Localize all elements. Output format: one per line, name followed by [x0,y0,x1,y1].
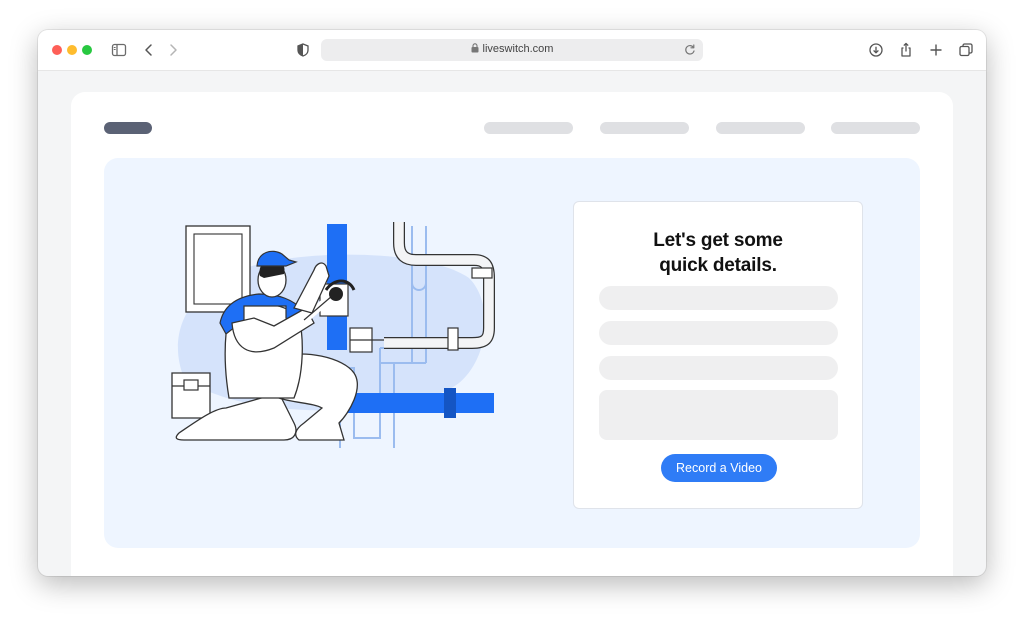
form-title: Let's get some quick details. [653,230,783,276]
form-field[interactable] [599,356,838,380]
page-content: Let's get some quick details. Record a V… [71,92,953,576]
tab-overview-icon[interactable] [957,41,975,59]
form-field[interactable] [599,321,838,345]
back-icon[interactable] [140,41,158,59]
nav-item-placeholder[interactable] [484,122,573,134]
form-textarea[interactable] [599,390,838,440]
logo-placeholder[interactable] [104,122,152,134]
browser-toolbar: liveswitch.com [38,30,986,71]
hero-section: Let's get some quick details. Record a V… [104,158,920,548]
close-window-button[interactable] [52,45,62,55]
lock-icon [471,43,479,53]
minimize-window-button[interactable] [67,45,77,55]
details-form-card: Let's get some quick details. Record a V… [573,201,863,509]
downloads-icon[interactable] [867,41,885,59]
sidebar-toggle-icon[interactable] [110,41,128,59]
privacy-shield-icon[interactable] [294,41,312,59]
reload-icon[interactable] [683,43,697,57]
nav-item-placeholder[interactable] [716,122,805,134]
nav-item-placeholder[interactable] [600,122,689,134]
new-tab-icon[interactable] [927,41,945,59]
url-text: liveswitch.com [482,43,554,55]
address-bar[interactable]: liveswitch.com [321,39,703,61]
browser-window: liveswitch.com Let's get some quick deta… [38,30,986,576]
form-field[interactable] [599,286,838,310]
nav-item-placeholder[interactable] [831,122,920,134]
record-video-button[interactable]: Record a Video [661,454,777,482]
forward-icon[interactable] [164,41,182,59]
share-icon[interactable] [897,41,915,59]
zoom-window-button[interactable] [82,45,92,55]
plumber-illustration [171,222,495,448]
